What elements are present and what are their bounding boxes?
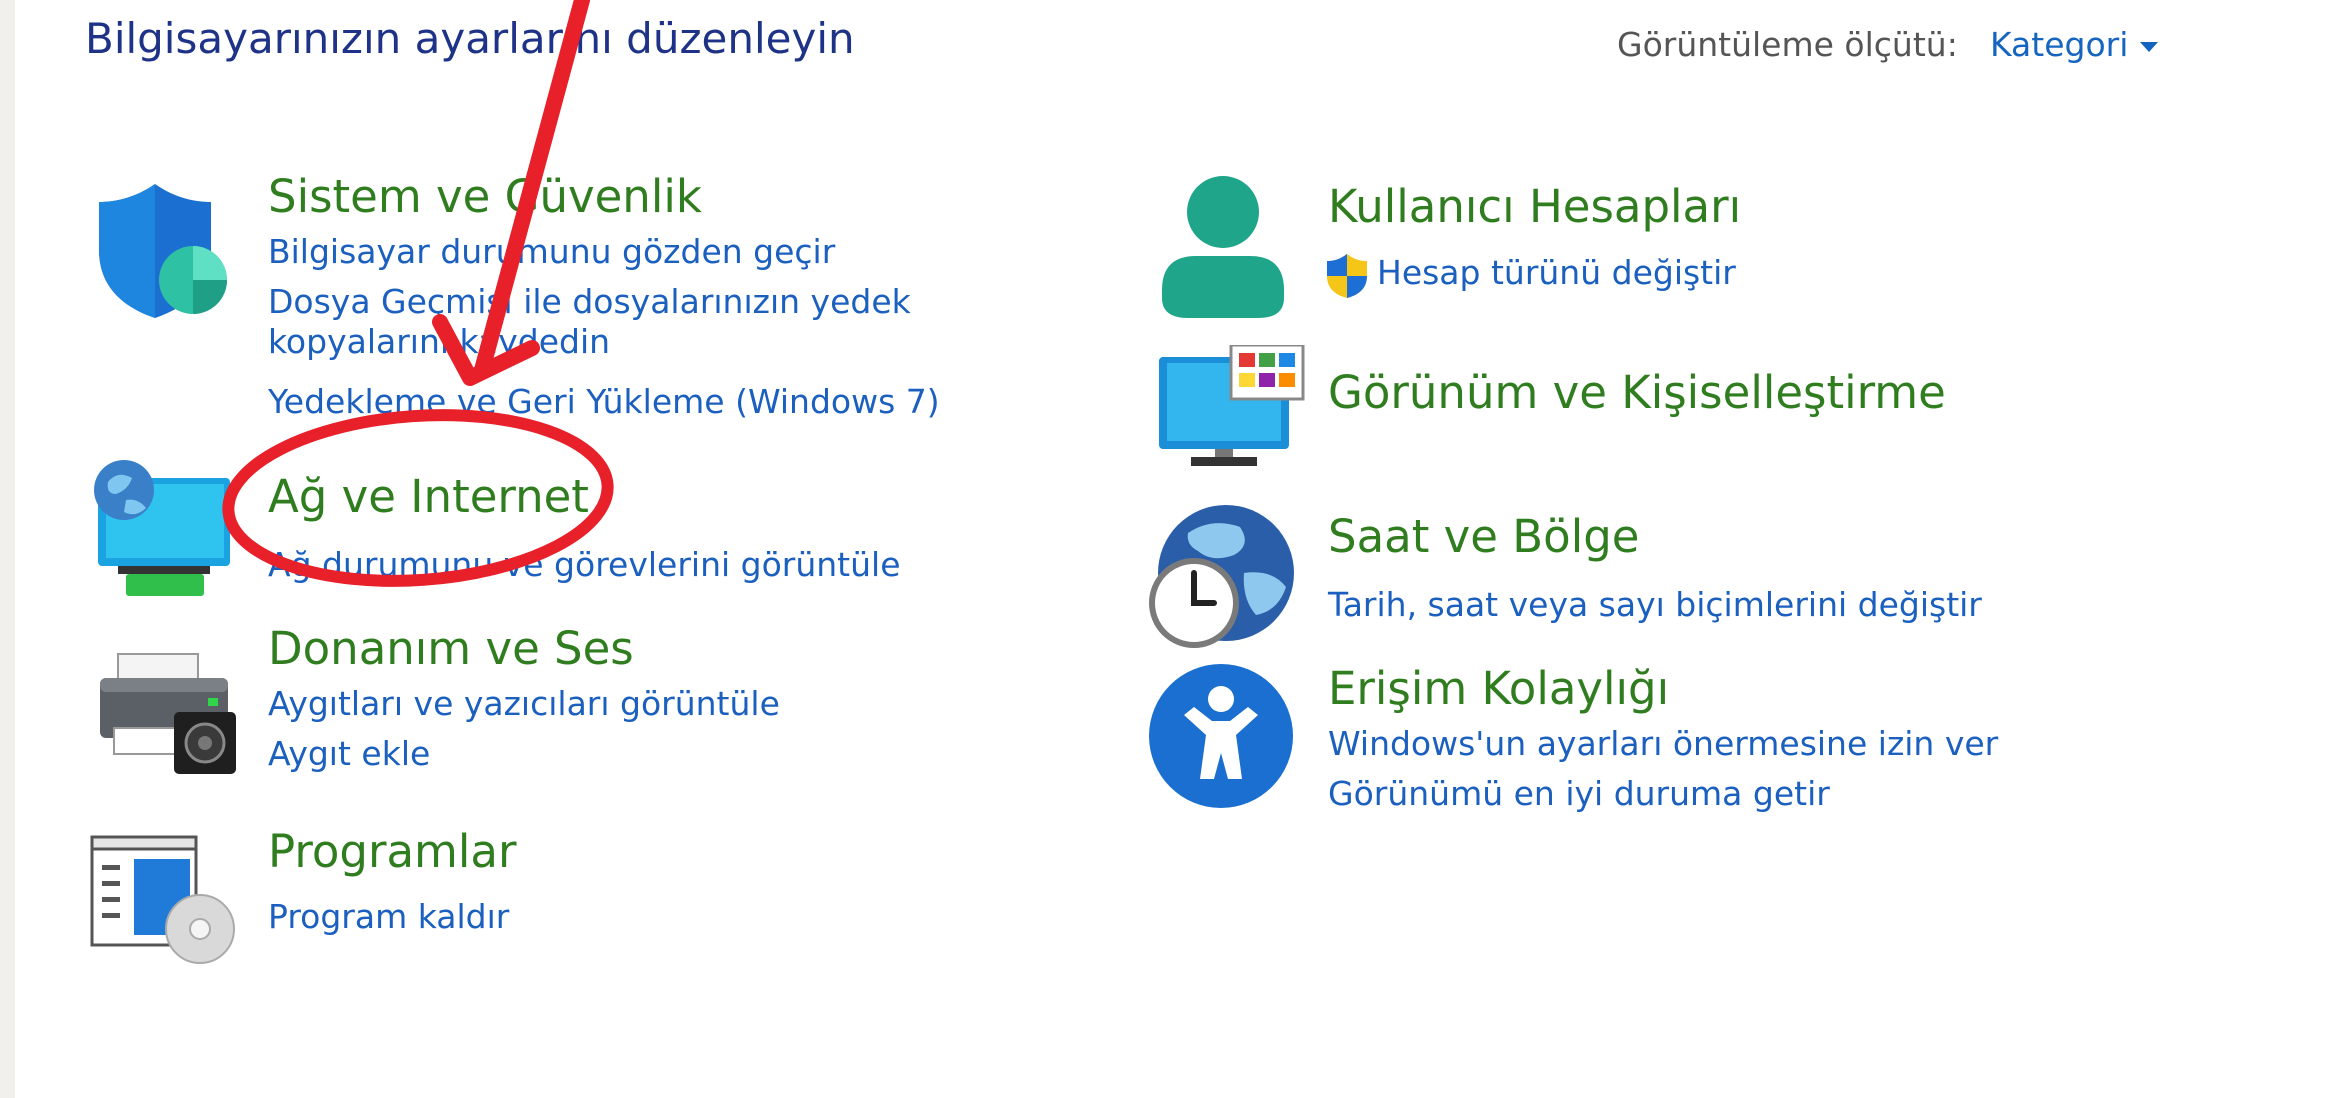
page-title: Bilgisayarınızın ayarlarını düzenleyin (85, 14, 855, 63)
view-by-dropdown[interactable]: Kategori (1990, 25, 2128, 64)
chevron-down-icon[interactable] (2140, 42, 2158, 52)
category-user-accounts[interactable]: Kullanıcı Hesapları (1328, 180, 1741, 233)
category-ease-of-access[interactable]: Erişim Kolaylığı (1328, 662, 1669, 715)
link-check-computer-status[interactable]: Bilgisayar durumunu gözden geçir (268, 232, 835, 272)
link-add-device[interactable]: Aygıt ekle (268, 734, 430, 774)
link-optimize-visual-display[interactable]: Görünümü en iyi duruma getir (1328, 774, 1830, 814)
monitor-palette-icon (1159, 345, 1305, 466)
category-system-security[interactable]: Sistem ve Güvenlik (268, 170, 702, 223)
printer-speaker-icon (100, 653, 236, 774)
category-network-internet[interactable]: Ağ ve Internet (268, 470, 589, 523)
link-let-windows-suggest[interactable]: Windows'un ayarları önermesine izin ver (1328, 724, 1998, 764)
link-network-status[interactable]: Ağ durumunu ve görevlerini görüntüle (268, 545, 901, 585)
link-backup-restore[interactable]: Yedekleme ve Geri Yükleme (Windows 7) (268, 382, 940, 422)
category-appearance-personalization[interactable]: Görünüm ve Kişiselleştirme (1328, 366, 1946, 419)
link-uninstall-program[interactable]: Program kaldır (268, 897, 509, 937)
user-icon (1162, 176, 1284, 318)
link-date-time-formats[interactable]: Tarih, saat veya sayı biçimlerini değişt… (1328, 585, 1982, 625)
category-programs[interactable]: Programlar (268, 825, 516, 878)
network-computer-icon (94, 460, 230, 596)
accessibility-icon (1149, 664, 1293, 808)
link-devices-printers[interactable]: Aygıtları ve yazıcıları görüntüle (268, 684, 780, 724)
category-hardware-sound[interactable]: Donanım ve Ses (268, 622, 634, 675)
window-left-edge (0, 0, 15, 1098)
link-file-history-backup[interactable]: Dosya Geçmişi ile dosyalarınızın yedek k… (268, 282, 1088, 361)
link-change-account-type[interactable]: Hesap türünü değiştir (1377, 253, 1736, 293)
uac-shield-icon (1327, 254, 1367, 298)
category-clock-region[interactable]: Saat ve Bölge (1328, 510, 1639, 563)
view-by-label: Görüntüleme ölçütü: (1617, 25, 1958, 64)
shield-icon (99, 184, 227, 318)
programs-disc-icon (90, 835, 235, 964)
clock-globe-icon (1149, 505, 1294, 648)
